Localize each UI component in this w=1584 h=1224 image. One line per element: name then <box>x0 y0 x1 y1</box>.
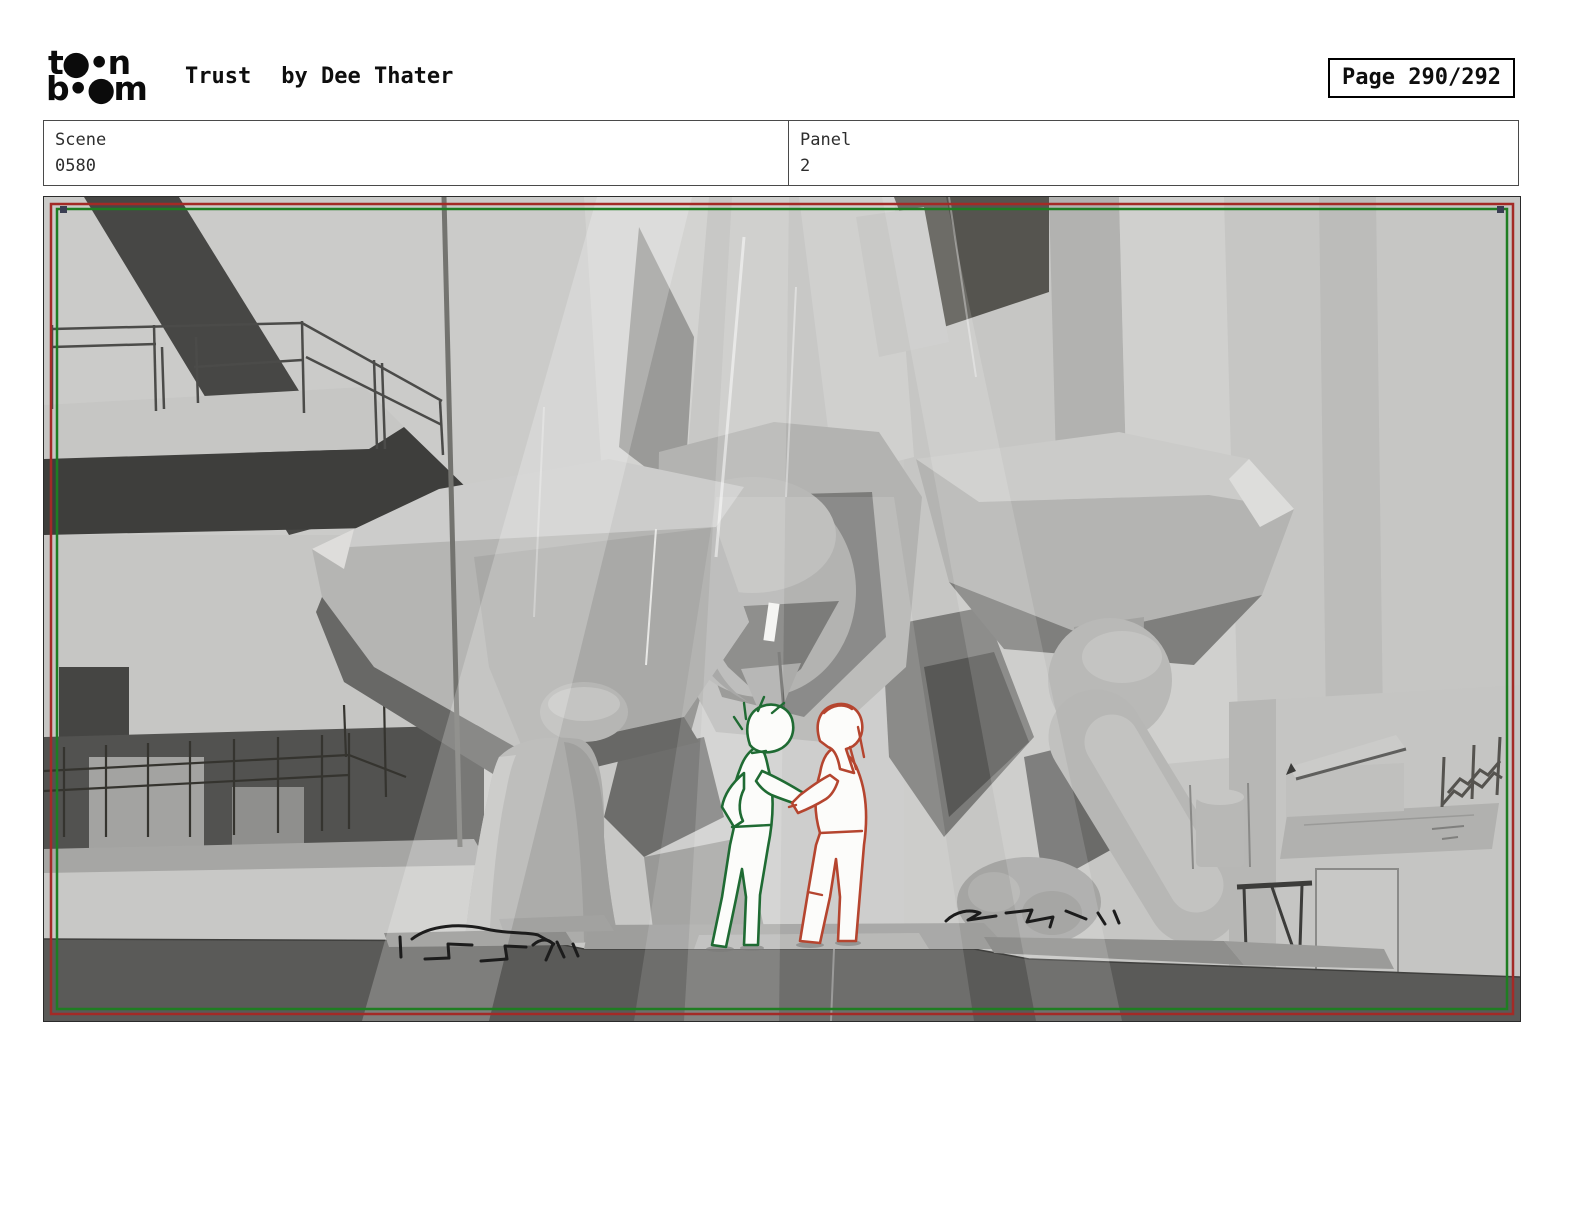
scene-panel-table: Scene 0580 Panel 2 <box>43 120 1519 186</box>
page-number-badge: Page 290/292 <box>1328 58 1515 98</box>
frame-corner-marker <box>1497 206 1504 213</box>
storyboard-panel <box>43 196 1521 1022</box>
project-title-block: Trust by Dee Thater <box>185 64 453 114</box>
toonboom-logo-line2: b•●m <box>46 69 148 108</box>
project-title: Trust <box>185 64 252 89</box>
toonboom-logo: t●•n b•●m <box>46 46 178 108</box>
storyboard-export-page: t●•n b•●m Trust by Dee Thater Page 290/29… <box>0 0 1584 1224</box>
right-wall <box>1189 685 1520 985</box>
panel-value: 2 <box>800 156 811 176</box>
panel-artwork <box>44 197 1520 1021</box>
scene-value: 0580 <box>55 156 96 176</box>
figure-green-head <box>746 703 795 754</box>
wall-cylinder <box>1196 797 1244 867</box>
frame-corner-marker <box>60 206 67 213</box>
panel-label: Panel <box>800 130 852 150</box>
scene-cell: Scene 0580 <box>44 121 789 185</box>
project-author: by Dee Thater <box>281 64 454 89</box>
scene-label: Scene <box>55 130 107 150</box>
panel-cell: Panel 2 <box>789 121 1518 185</box>
page-header: t●•n b•●m Trust by Dee Thater Page 290/29… <box>43 46 1519 114</box>
